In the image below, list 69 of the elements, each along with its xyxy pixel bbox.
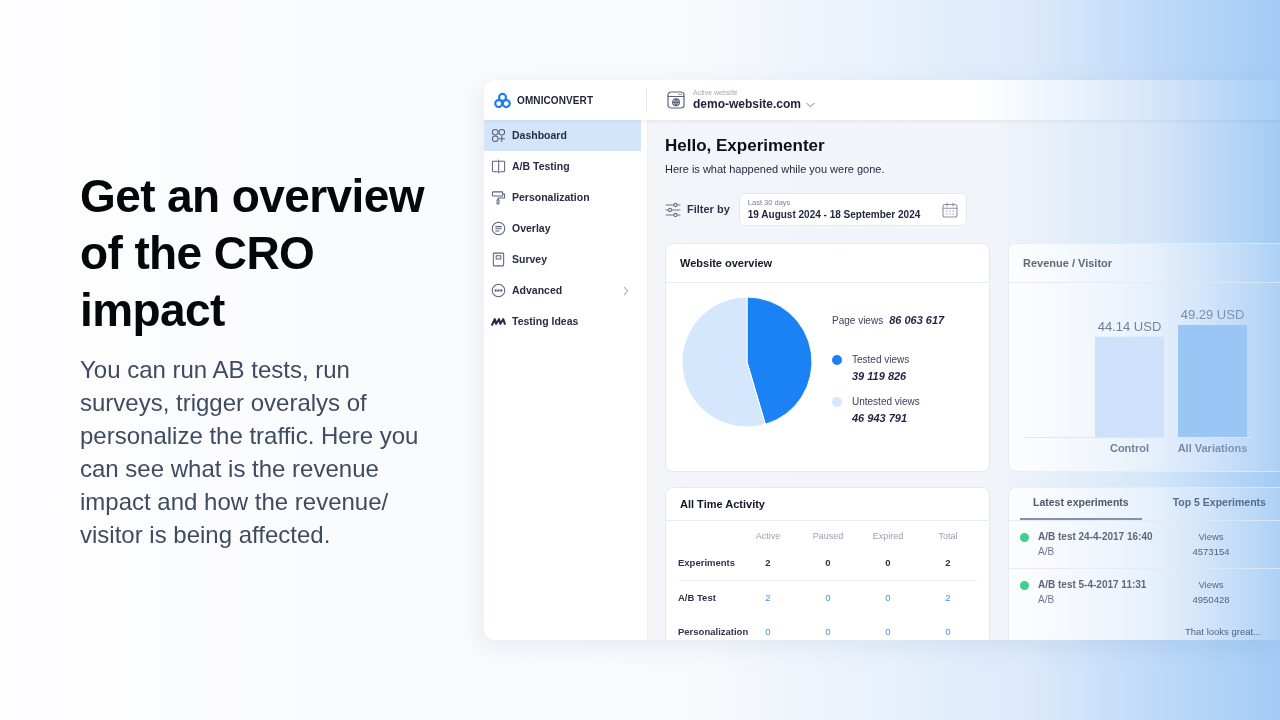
sidebar-item[interactable]: Personalization bbox=[484, 182, 641, 213]
site-dropdown[interactable]: demo-website.com bbox=[693, 97, 816, 112]
logo-icon bbox=[494, 91, 511, 109]
views-value: 4950428 bbox=[1191, 593, 1231, 607]
legend-label: Untested views bbox=[852, 395, 920, 409]
footer-text: That looks great... bbox=[1185, 626, 1263, 637]
brand-name: OMNICONVERT bbox=[517, 93, 594, 108]
sidebar-item[interactable]: A/B Testing bbox=[484, 151, 641, 182]
count-link[interactable]: 0 bbox=[825, 625, 831, 637]
views-label: Views bbox=[1197, 530, 1225, 544]
views-label: Views bbox=[1197, 578, 1225, 592]
split-panel-icon bbox=[491, 159, 506, 174]
experiment-type: A/B bbox=[1038, 593, 1056, 607]
sidebar-item[interactable]: Overlay bbox=[484, 213, 641, 244]
column-header: Expired bbox=[871, 530, 905, 544]
filter-icon bbox=[665, 201, 681, 218]
count-link[interactable]: 0 bbox=[945, 625, 951, 637]
count-link[interactable]: 0 bbox=[825, 591, 831, 603]
calendar-icon bbox=[941, 201, 958, 218]
card-title: All Time Activity bbox=[680, 496, 765, 512]
count-link[interactable]: 0 bbox=[765, 625, 771, 637]
greeting-subtitle: Here is what happened while you were gone. bbox=[665, 162, 886, 176]
experiment-type: A/B bbox=[1038, 545, 1056, 559]
legend-label: Tested views bbox=[852, 353, 910, 367]
row-label: Personalization bbox=[678, 624, 749, 639]
card-title: Revenue / Visitor bbox=[1023, 255, 1113, 271]
document-icon bbox=[491, 252, 506, 267]
tab[interactable]: Top 5 Experiments bbox=[1159, 488, 1279, 520]
chevron-right-icon bbox=[623, 285, 629, 296]
axis-label: Control bbox=[1109, 442, 1150, 454]
page-views-label: Page views bbox=[832, 315, 884, 326]
bar-value-label: 44.14 USD bbox=[1097, 318, 1162, 334]
page-views-value: 86 063 617 bbox=[889, 314, 945, 326]
table-cell: 2 bbox=[945, 557, 951, 569]
count-link[interactable]: 0 bbox=[885, 591, 891, 603]
column-header: Active bbox=[754, 530, 782, 544]
count-link[interactable]: 2 bbox=[945, 591, 951, 603]
circles-plus-icon bbox=[491, 128, 506, 143]
caret-icon bbox=[806, 101, 816, 108]
filter-label: Filter by bbox=[687, 202, 730, 218]
intro-heading: Get an overview of the CRO impact bbox=[80, 169, 426, 338]
tab[interactable]: Latest experiments bbox=[1020, 488, 1142, 520]
sidebar-item[interactable]: Survey bbox=[484, 244, 641, 275]
experiment-name: A/B test 5-4-2017 11:31 bbox=[1038, 578, 1148, 592]
legend-value: 46 943 791 bbox=[852, 411, 909, 426]
bar-value-label: 49.29 USD bbox=[1180, 307, 1245, 322]
column-header: Paused bbox=[811, 530, 845, 544]
more-icon bbox=[491, 283, 506, 298]
views-value: 4573154 bbox=[1191, 545, 1231, 559]
column-header: Total bbox=[937, 530, 959, 544]
table-cell: 2 bbox=[765, 557, 771, 569]
row-label: Experiments bbox=[678, 556, 736, 571]
legend-value: 39 119 826 bbox=[852, 369, 908, 384]
count-link[interactable]: 0 bbox=[885, 625, 891, 637]
axis-label: All Variations bbox=[1177, 442, 1248, 454]
intro-paragraph: You can run AB tests, run surveys, trigger overalys of personalize the traffic. Here you can see what is the revenue impact and how the revenue/ visitor is being affected. bbox=[80, 355, 420, 550]
card-title: Website overview bbox=[680, 255, 773, 271]
table-cell: 0 bbox=[885, 557, 891, 569]
row-label: A/B Test bbox=[678, 590, 716, 605]
sidebar-item[interactable]: Testing Ideas bbox=[484, 306, 641, 337]
browser-globe-icon bbox=[667, 91, 685, 109]
paint-roller-icon bbox=[491, 190, 506, 205]
sidebar-item[interactable]: Advanced bbox=[484, 275, 641, 306]
text-circle-icon bbox=[491, 221, 506, 236]
count-link[interactable]: 2 bbox=[765, 591, 771, 603]
greeting-title: Hello, Experimenter bbox=[665, 136, 826, 156]
sidebar-item[interactable]: Dashboard bbox=[484, 120, 641, 151]
experiment-name: A/B test 24-4-2017 16:40 bbox=[1038, 530, 1154, 544]
table-cell: 0 bbox=[825, 557, 831, 569]
